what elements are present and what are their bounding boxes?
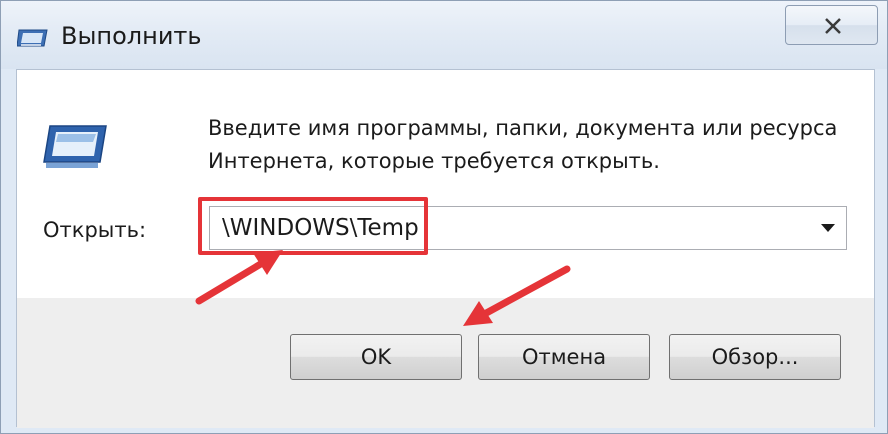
annotation-highlight-box [198,197,428,255]
cancel-button[interactable]: Отмена [478,334,650,380]
ok-button[interactable]: OK [290,334,462,380]
close-icon [825,18,841,34]
dialog-body: Введите имя программы, папки, документа … [16,69,875,428]
close-button[interactable] [785,5,878,45]
open-label: Открыть: [43,218,147,242]
chevron-down-icon [821,224,835,232]
description-line: Интернета, которые требуется открыть. [208,149,660,173]
description-line: Введите имя программы, папки, документа … [208,116,838,140]
dropdown-button[interactable] [812,207,846,249]
run-icon [16,27,49,49]
window-title: Выполнить [61,22,202,50]
run-dialog-window: Выполнить Введите имя программы, папки, … [0,0,888,434]
titlebar[interactable]: Выполнить [1,1,887,69]
description-text: Введите имя программы, папки, документа … [208,112,837,178]
run-icon [42,122,108,170]
browse-button[interactable]: Обзор... [669,334,841,380]
